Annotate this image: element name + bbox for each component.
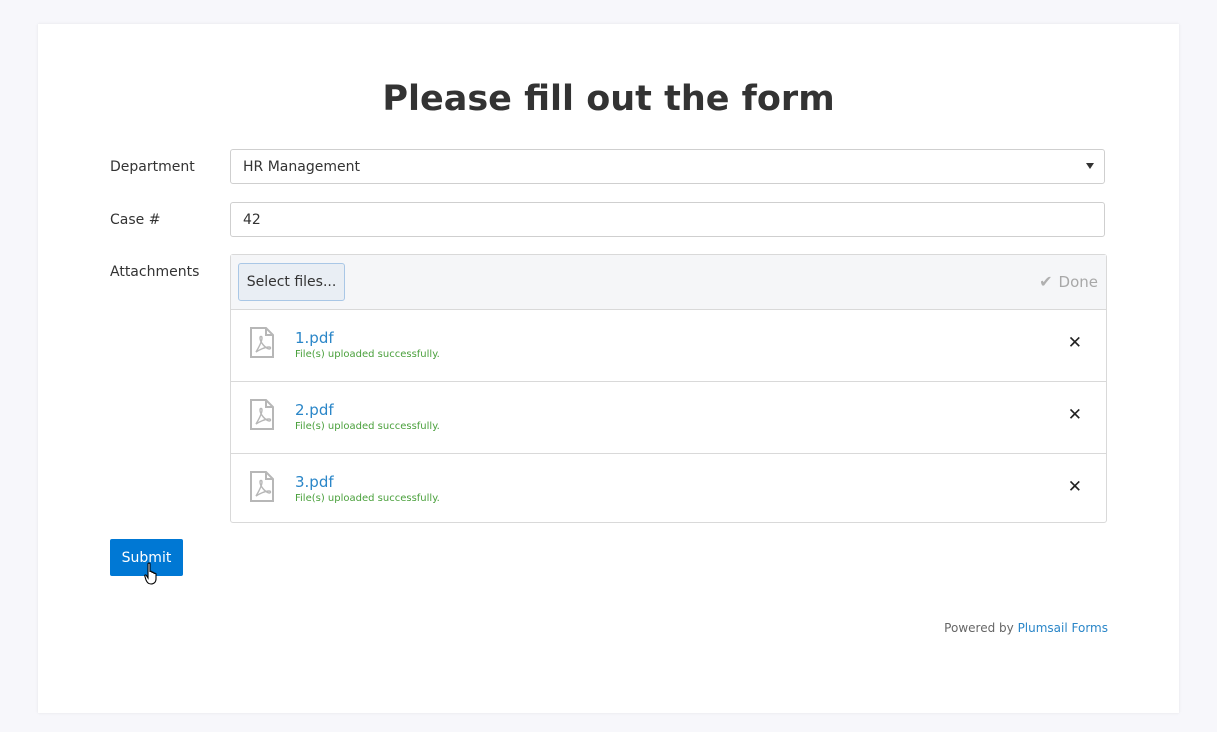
powered-by-footer: Powered by Plumsail Forms	[944, 621, 1108, 635]
done-status: ✔ Done	[1039, 272, 1098, 291]
pdf-file-icon	[250, 327, 274, 358]
file-row: 2.pdf File(s) uploaded successfully. ✕	[231, 382, 1106, 454]
form-card: Please fill out the form Department HR M…	[38, 24, 1179, 713]
attachments-upload: Select files... ✔ Done 1.pdf File(s) upl…	[230, 254, 1107, 523]
close-icon[interactable]: ✕	[1068, 335, 1082, 352]
file-name-link[interactable]: 1.pdf	[295, 329, 334, 347]
page-title: Please fill out the form	[382, 79, 835, 119]
done-label: Done	[1058, 272, 1098, 291]
pdf-file-icon	[250, 471, 274, 502]
powered-by-text: Powered by	[944, 621, 1014, 635]
attachments-label: Attachments	[110, 264, 200, 280]
close-icon[interactable]: ✕	[1068, 407, 1082, 424]
check-icon: ✔	[1039, 272, 1053, 291]
file-name-link[interactable]: 3.pdf	[295, 473, 334, 491]
department-label: Department	[110, 159, 195, 175]
file-row: 3.pdf File(s) uploaded successfully. ✕	[231, 454, 1106, 525]
select-files-button[interactable]: Select files...	[238, 263, 345, 301]
file-row: 1.pdf File(s) uploaded successfully. ✕	[231, 310, 1106, 382]
case-number-value: 42	[243, 211, 261, 228]
file-upload-status: File(s) uploaded successfully.	[295, 493, 440, 504]
file-upload-status: File(s) uploaded successfully.	[295, 349, 440, 360]
file-upload-status: File(s) uploaded successfully.	[295, 421, 440, 432]
case-number-input[interactable]: 42	[230, 202, 1105, 237]
pdf-file-icon	[250, 399, 274, 430]
department-select[interactable]: HR Management	[230, 149, 1105, 184]
chevron-down-icon	[1086, 163, 1094, 169]
case-label: Case #	[110, 212, 161, 228]
close-icon[interactable]: ✕	[1068, 479, 1082, 496]
hand-cursor-icon	[144, 562, 157, 585]
department-value: HR Management	[243, 158, 360, 175]
plumsail-forms-link[interactable]: Plumsail Forms	[1018, 621, 1108, 635]
upload-toolbar: Select files... ✔ Done	[231, 255, 1106, 310]
file-name-link[interactable]: 2.pdf	[295, 401, 334, 419]
